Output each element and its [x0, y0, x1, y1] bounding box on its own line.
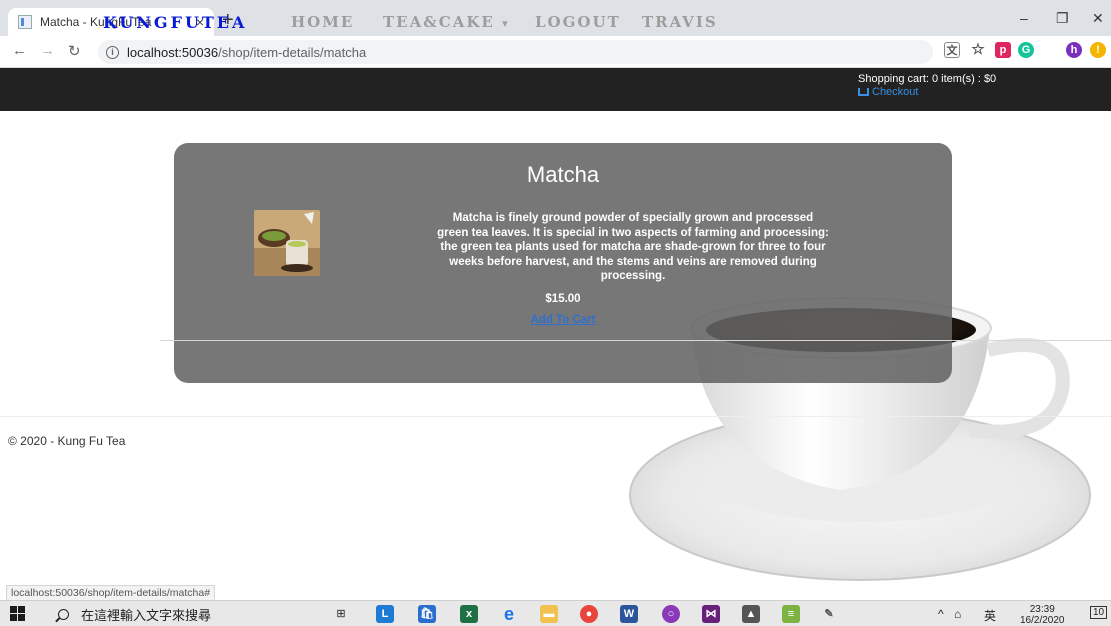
checkout-link[interactable]: Checkout: [858, 86, 918, 98]
close-window-icon[interactable]: ✕: [1092, 10, 1104, 27]
cart-summary: Shopping cart: 0 item(s) : $0: [858, 73, 997, 85]
product-title: Matcha: [526, 162, 600, 187]
store-icon[interactable]: 🛍: [418, 605, 436, 623]
task-view-icon[interactable]: ⊞: [332, 605, 350, 623]
file-explorer-icon[interactable]: ▬: [540, 605, 558, 623]
bookmark-star-icon[interactable]: ☆: [970, 42, 986, 58]
site-info-icon[interactable]: i: [106, 45, 119, 59]
windows-start-icon[interactable]: [10, 606, 25, 621]
back-arrow-icon[interactable]: ←: [12, 42, 27, 59]
update-alert-icon[interactable]: !: [1090, 42, 1106, 58]
app-l-icon[interactable]: L: [376, 605, 394, 623]
word-icon[interactable]: W: [620, 605, 638, 623]
taskbar-search[interactable]: 在這裡輸入文字來搜尋: [58, 605, 211, 624]
excel-icon[interactable]: x: [460, 605, 478, 623]
cart-icon: [858, 88, 869, 96]
taskbar-search-placeholder: 在這裡輸入文字來搜尋: [81, 608, 212, 623]
tray-chevron-icon[interactable]: ^: [938, 607, 944, 621]
product-description: Matcha is finely ground powder of specia…: [437, 212, 829, 282]
network-icon[interactable]: ⌂: [954, 607, 961, 621]
product-image: [254, 210, 320, 276]
nav-logout-link[interactable]: Logout: [535, 13, 621, 31]
address-bar[interactable]: i localhost:50036 /shop/item-details/mat…: [98, 40, 933, 64]
restore-icon[interactable]: ❐: [1056, 10, 1069, 27]
translate-icon[interactable]: 文: [944, 42, 960, 58]
ime-language[interactable]: 英: [984, 607, 996, 624]
product-price: $15.00: [545, 293, 581, 305]
pocket-extension-icon[interactable]: p: [995, 42, 1011, 58]
notepad-icon[interactable]: ≡: [782, 605, 800, 623]
profile-avatar[interactable]: h: [1066, 42, 1082, 58]
chrome-icon[interactable]: ●: [580, 605, 598, 623]
url-host: localhost:50036: [127, 44, 219, 60]
caret-down-icon: ▾: [502, 17, 510, 30]
forward-arrow-icon[interactable]: →: [40, 42, 55, 59]
clock-date: 16/2/2020: [1020, 615, 1065, 626]
visual-studio-icon[interactable]: ⋈: [702, 605, 720, 623]
reload-icon[interactable]: ↻: [68, 42, 81, 60]
footer-divider: [0, 416, 1111, 417]
add-to-cart-container: Add To Cart: [174, 310, 952, 328]
search-icon: [58, 609, 69, 620]
minimize-icon[interactable]: –: [1020, 10, 1028, 26]
brand-logo[interactable]: KungFuTea: [103, 13, 247, 32]
app-purple-icon[interactable]: ○: [662, 605, 680, 623]
nav-user-link[interactable]: Travis: [642, 13, 718, 31]
os-taskbar: 在這裡輸入文字來搜尋 ⊞ L 🛍 x e ▬ ● W ○ ⋈ ▲ ≡ ✎ ^ ⌂…: [0, 600, 1111, 626]
status-bar-url: localhost:50036/shop/item-details/matcha…: [6, 585, 216, 601]
url-path: /shop/item-details/matcha: [218, 44, 367, 60]
add-to-cart-link[interactable]: Add To Cart: [531, 314, 596, 326]
photos-icon[interactable]: ▲: [742, 605, 760, 623]
checkout-label: Checkout: [872, 86, 919, 98]
notification-center-icon[interactable]: 10: [1090, 606, 1108, 619]
grammarly-extension-icon[interactable]: G: [1018, 42, 1034, 58]
nav-home-link[interactable]: Home: [291, 13, 354, 31]
page-favicon-icon: [18, 15, 32, 29]
clock-time: 23:39: [1029, 604, 1055, 615]
nav-tea-cake-label: Tea&Cake: [383, 13, 495, 31]
nav-tea-cake-dropdown[interactable]: Tea&Cake ▾: [383, 13, 510, 31]
taskbar-clock[interactable]: 23:39 16/2/2020: [1020, 604, 1065, 626]
divider: [160, 340, 1111, 341]
footer-copyright: © 2020 - Kung Fu Tea: [8, 434, 126, 448]
edge-icon[interactable]: e: [500, 605, 518, 623]
paint-icon[interactable]: ✎: [820, 605, 838, 623]
